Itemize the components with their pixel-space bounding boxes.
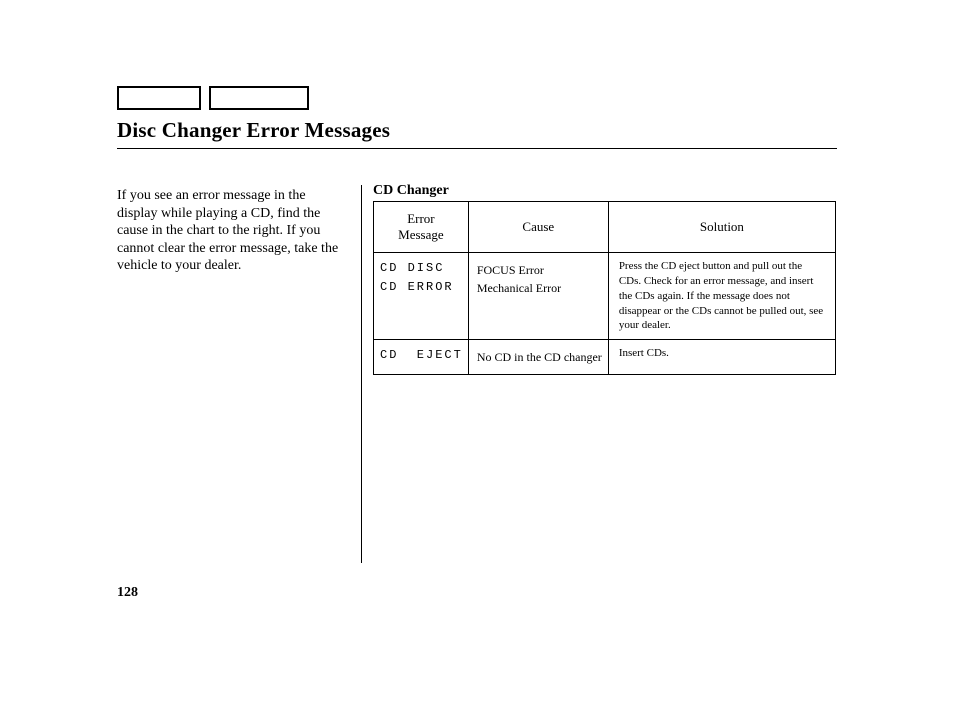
cell-cause: FOCUS Error Mechanical Error [468,253,608,340]
vertical-separator [361,185,362,563]
cell-solution: Insert CDs. [608,340,835,375]
page-title: Disc Changer Error Messages [117,118,390,143]
cell-error-message: CD EJECT [374,340,469,375]
header-cause: Cause [468,202,608,253]
header-error-message: Error Message [374,202,469,253]
table-header-row: Error Message Cause Solution [374,202,836,253]
section-label: CD Changer [373,183,836,199]
cell-solution: Press the CD eject button and pull out t… [608,253,835,340]
tab-box-1 [117,86,201,110]
tab-box-2 [209,86,309,110]
table-row: CD EJECT No CD in the CD changer Insert … [374,340,836,375]
right-section: CD Changer Error Message Cause Solution … [373,183,836,375]
page: Disc Changer Error Messages If you see a… [0,0,954,710]
table-row: CD DISC CD ERROR FOCUS Error Mechanical … [374,253,836,340]
cell-cause: No CD in the CD changer [468,340,608,375]
header-solution: Solution [608,202,835,253]
error-table: Error Message Cause Solution CD DISC CD … [373,201,836,375]
title-rule [117,148,837,149]
header-tabs [117,86,309,110]
intro-text: If you see an error message in the displ… [117,187,342,275]
page-number: 128 [117,585,138,601]
cell-error-message: CD DISC CD ERROR [374,253,469,340]
